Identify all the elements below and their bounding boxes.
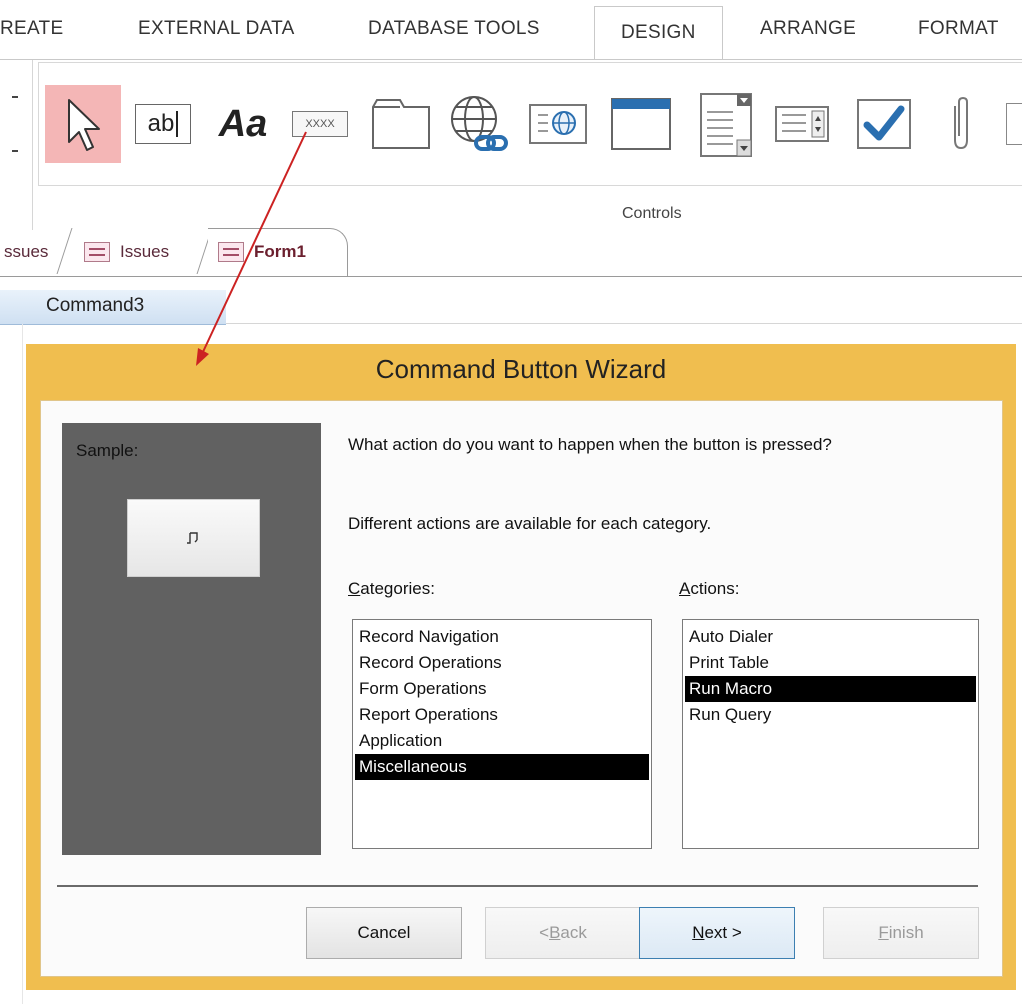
label-control-button[interactable]: Aa: [205, 85, 281, 163]
checkbox-control-button[interactable]: [849, 85, 919, 163]
tab-arrange[interactable]: ARRANGE: [760, 18, 856, 40]
wizard-body: Sample: What action do you want to happe…: [40, 400, 1003, 977]
back-button[interactable]: < Back: [485, 907, 641, 959]
form-canvas-border: [226, 323, 1022, 324]
category-item[interactable]: Record Navigation: [355, 624, 649, 650]
tab-control-button[interactable]: [365, 85, 437, 163]
categories-label: Categories:: [348, 579, 435, 598]
navigation-control-button[interactable]: [605, 85, 677, 163]
macro-icon: [187, 532, 198, 544]
ribbon-left-column: [0, 60, 33, 230]
label-icon: Aa: [218, 102, 268, 145]
doc-tab-issues-partial[interactable]: ssues: [4, 230, 48, 274]
button-control-icon-text: XXXX: [305, 118, 335, 130]
list-box-icon: [775, 106, 829, 142]
combo-box-icon: [700, 93, 752, 157]
tab-database-tools[interactable]: DATABASE TOOLS: [368, 18, 540, 40]
textbox-control-button[interactable]: ab: [129, 85, 197, 163]
navigation-control-icon: [611, 98, 671, 150]
doc-tab-form1[interactable]: Form1: [218, 230, 306, 274]
attachment-icon: [954, 96, 968, 150]
actions-label-text: ctions:: [690, 579, 740, 598]
doc-tab-label: ssues: [4, 242, 49, 261]
actions-listbox[interactable]: Auto Dialer Print Table Run Macro Run Qu…: [682, 619, 979, 849]
action-item[interactable]: Run Query: [685, 702, 976, 728]
tab-external-data[interactable]: EXTERNAL DATA: [138, 18, 295, 40]
finish-button[interactable]: Finish: [823, 907, 979, 959]
textbox-icon: ab: [135, 104, 191, 144]
next-button[interactable]: Next >: [639, 907, 795, 959]
action-item[interactable]: Auto Dialer: [685, 624, 976, 650]
wizard-question: What action do you want to happen when t…: [348, 435, 832, 454]
tab-separator: [56, 228, 73, 274]
sample-button-preview: [127, 499, 260, 577]
doc-tab-issues[interactable]: Issues: [84, 230, 169, 274]
action-item[interactable]: Print Table: [685, 650, 976, 676]
control-name-header[interactable]: Command3: [0, 290, 226, 325]
cancel-button[interactable]: Cancel: [306, 907, 462, 959]
list-box-control-button[interactable]: [769, 85, 835, 163]
wizard-hint: Different actions are available for each…: [348, 514, 712, 533]
form-canvas-border: [22, 324, 23, 1004]
ribbon: ab Aa XXXX Controls: [0, 59, 1022, 230]
controls-group: ab Aa XXXX: [38, 62, 1022, 186]
sample-label: Sample:: [76, 441, 139, 460]
checkbox-icon: [857, 99, 911, 149]
select-control-button[interactable]: [45, 85, 121, 163]
tab-design[interactable]: DESIGN: [594, 6, 723, 60]
category-item[interactable]: Record Operations: [355, 650, 649, 676]
form-icon: [84, 242, 110, 262]
control-name-label: Command3: [46, 295, 145, 316]
ribbon-tab-bar: REATE EXTERNAL DATA DATABASE TOOLS DESIG…: [0, 0, 1022, 60]
more-controls-icon: [1005, 85, 1022, 163]
category-item[interactable]: Application: [355, 728, 649, 754]
doc-tab-label: Issues: [120, 242, 170, 261]
tab-control-icon: [372, 99, 430, 149]
category-item[interactable]: Form Operations: [355, 676, 649, 702]
categories-listbox[interactable]: Record Navigation Record Operations Form…: [352, 619, 652, 849]
tab-format[interactable]: FORMAT: [918, 18, 999, 40]
wizard-title: Command Button Wizard: [375, 354, 667, 384]
command-button-wizard: Command Button Wizard Sample: What actio…: [26, 344, 1016, 990]
category-item[interactable]: Report Operations: [355, 702, 649, 728]
textbox-icon-text: ab: [147, 110, 175, 137]
tab-create[interactable]: REATE: [0, 18, 63, 40]
select-arrow-icon: [68, 99, 100, 151]
button-control-button[interactable]: XXXX: [287, 85, 353, 163]
combo-box-control-button[interactable]: [687, 85, 759, 163]
form-icon: [218, 242, 244, 262]
dropdown-tick-icon: [12, 96, 18, 98]
category-item-selected[interactable]: Miscellaneous: [355, 754, 649, 780]
web-browser-control-button[interactable]: [523, 85, 593, 163]
controls-group-label: Controls: [622, 205, 682, 222]
hyperlink-icon: [451, 96, 508, 151]
actions-label: Actions:: [679, 579, 740, 598]
wizard-divider: [57, 885, 978, 887]
doc-tab-label: Form1: [254, 242, 306, 261]
sample-panel: Sample:: [62, 423, 321, 855]
button-control-icon: XXXX: [292, 111, 348, 137]
hyperlink-control-button[interactable]: [443, 85, 515, 163]
action-item-selected[interactable]: Run Macro: [685, 676, 976, 702]
document-tabs: ssues Issues Form1: [0, 228, 1022, 277]
web-browser-icon: [529, 104, 587, 144]
categories-label-text: ategories:: [360, 579, 435, 598]
attachment-control-button[interactable]: [931, 85, 987, 163]
dropdown-tick-icon: [12, 150, 18, 152]
